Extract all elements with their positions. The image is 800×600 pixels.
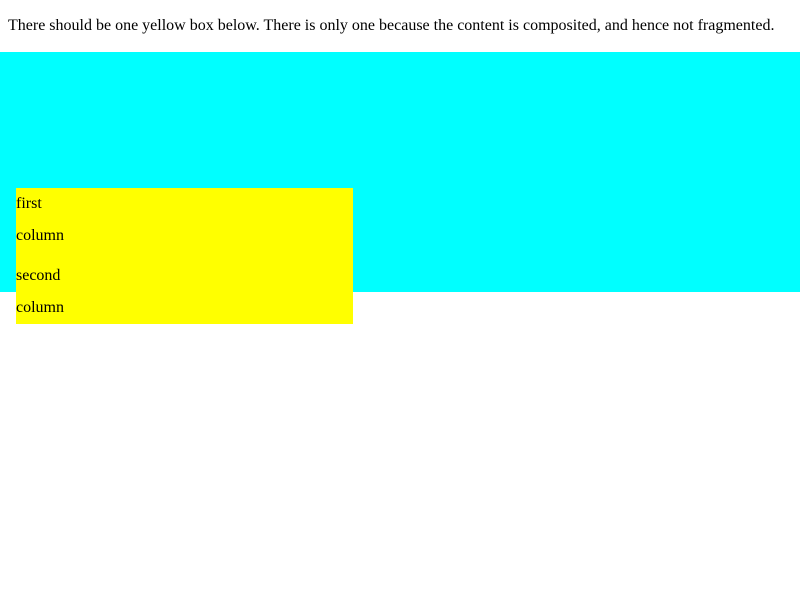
test-description: There should be one yellow box below. Th…: [8, 17, 775, 34]
yellow-composited-box: first column second column: [16, 188, 353, 324]
first-column-word-1: first: [16, 195, 42, 212]
first-column-word-2: column: [16, 227, 64, 244]
second-column-word-2: column: [16, 299, 64, 316]
second-column-word-1: second: [16, 267, 61, 284]
